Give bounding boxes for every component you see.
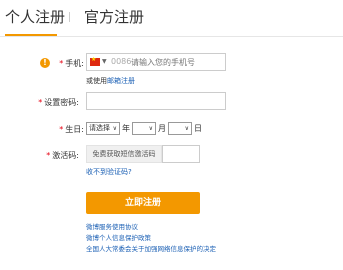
- required-mark: *: [38, 98, 43, 107]
- month-select[interactable]: ∨: [132, 122, 156, 135]
- email-register-link[interactable]: 邮箱注册: [107, 77, 135, 85]
- email-hint-prefix: 或使用: [86, 77, 107, 85]
- country-code[interactable]: 0086: [111, 57, 131, 66]
- phone-input[interactable]: [131, 55, 225, 69]
- tab-separator: [69, 12, 70, 22]
- password-label-text: 设置密码:: [44, 98, 79, 107]
- china-flag-icon[interactable]: [90, 56, 100, 66]
- chevron-down-icon: ∨: [112, 125, 117, 132]
- required-mark: *: [59, 59, 64, 68]
- year-unit: 年: [122, 124, 130, 133]
- agreement-link-privacy[interactable]: 微博个人信息保护政策: [86, 232, 151, 242]
- get-code-button[interactable]: 免费获取短信激活码: [86, 145, 162, 163]
- phone-label-text: 手机:: [65, 59, 84, 68]
- year-select[interactable]: 请选择 ∨: [86, 122, 120, 135]
- birthday-label: * 生日:: [14, 124, 84, 135]
- no-code-link[interactable]: 收不到验证码?: [86, 167, 132, 177]
- phone-field: ▼ 0086: [86, 53, 226, 71]
- activation-label-text: 激活码:: [52, 151, 79, 160]
- activation-label: * 激活码:: [9, 150, 79, 161]
- password-input[interactable]: [86, 92, 226, 110]
- tab-official-register[interactable]: 官方注册: [84, 6, 144, 27]
- tab-personal-register[interactable]: 个人注册: [5, 6, 65, 27]
- activation-code-input[interactable]: [162, 145, 200, 163]
- chevron-down-icon: ∨: [148, 125, 153, 132]
- chevron-down-icon: ∨: [184, 125, 189, 132]
- year-select-value: 请选择: [89, 124, 110, 132]
- phone-label: * 手机:: [14, 58, 84, 69]
- agreement-link-service[interactable]: 微博服务使用协议: [86, 221, 138, 231]
- register-button[interactable]: 立即注册: [86, 192, 200, 214]
- month-unit: 月: [158, 124, 166, 133]
- required-mark: *: [59, 125, 64, 134]
- day-select[interactable]: ∨: [168, 122, 192, 135]
- birthday-label-text: 生日:: [65, 125, 84, 134]
- tab-divider: [0, 36, 343, 37]
- chevron-down-icon[interactable]: ▼: [102, 58, 107, 65]
- email-register-hint: 或使用邮箱注册: [86, 76, 135, 86]
- day-unit: 日: [194, 124, 202, 133]
- required-mark: *: [46, 151, 51, 160]
- agreement-link-decision[interactable]: 全国人大常委会关于加强网络信息保护的决定: [86, 243, 216, 253]
- password-label: * 设置密码:: [9, 97, 79, 108]
